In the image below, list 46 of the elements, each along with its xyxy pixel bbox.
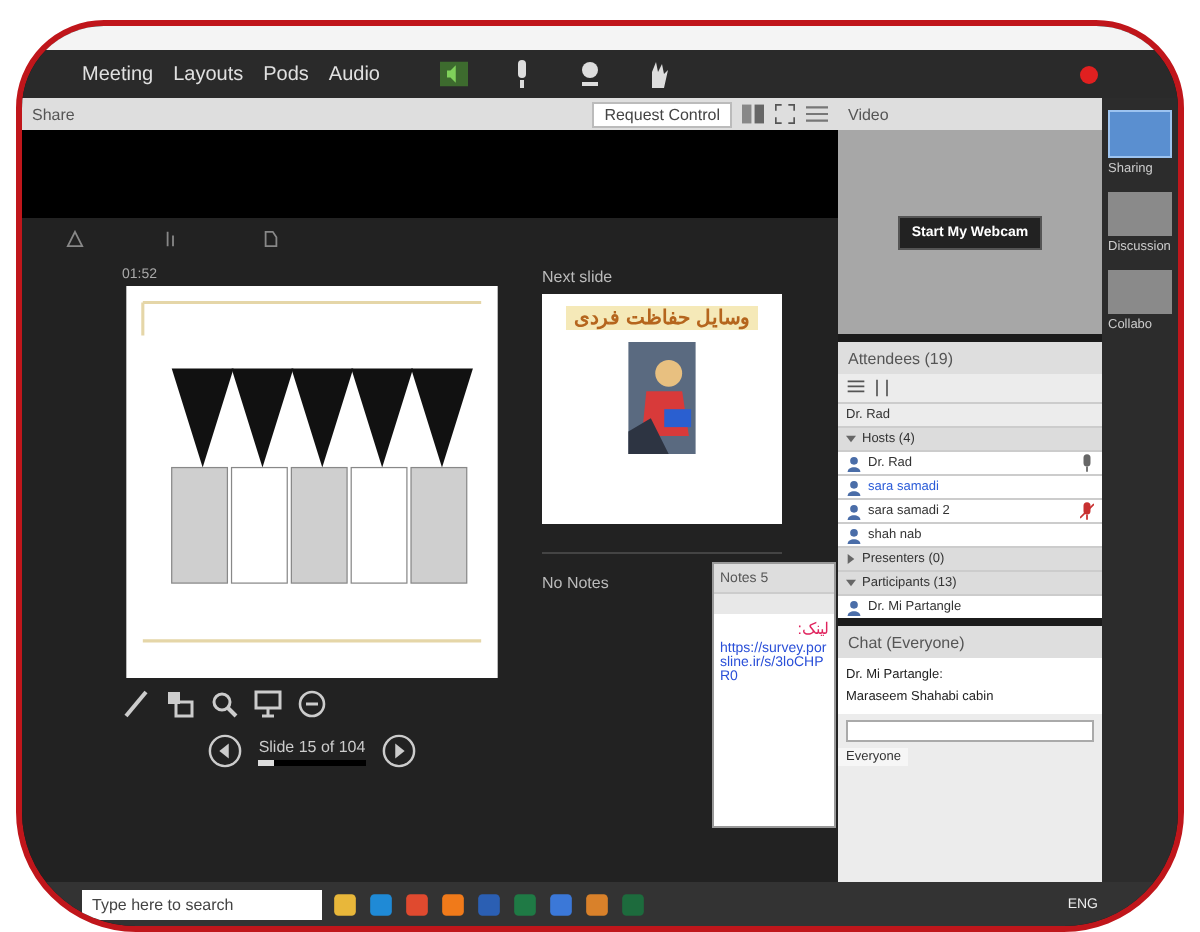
request-control-button[interactable]: Request Control xyxy=(592,101,732,127)
pod-title: Chat (Everyone) xyxy=(848,633,965,651)
person-icon xyxy=(846,527,862,543)
minus-icon[interactable] xyxy=(298,690,326,718)
layout-icon[interactable] xyxy=(742,104,764,124)
screen-icon[interactable] xyxy=(254,690,282,718)
warning-icon[interactable] xyxy=(66,230,84,248)
search-field[interactable]: Type here to search xyxy=(82,889,322,919)
person-icon xyxy=(846,479,862,495)
fullscreen-icon[interactable] xyxy=(774,104,796,124)
slide-title: وسایل حفاظت فردی xyxy=(566,306,758,330)
app-icon[interactable] xyxy=(404,891,430,917)
pen-icon[interactable] xyxy=(122,690,150,718)
menu-icon[interactable] xyxy=(806,104,828,124)
app-icon[interactable] xyxy=(332,891,358,917)
person-icon xyxy=(846,599,862,615)
next-slide-label: Next slide xyxy=(542,268,613,286)
caret-icon xyxy=(846,434,856,444)
menu-item[interactable]: Meeting xyxy=(82,63,154,85)
app-icon[interactable] xyxy=(368,891,394,917)
person-icon xyxy=(846,455,862,471)
note-text: لینک: xyxy=(795,620,828,638)
list-view-icon[interactable] xyxy=(846,378,866,398)
speaker-icon[interactable] xyxy=(439,60,468,88)
menu-item[interactable]: Audio xyxy=(328,63,380,85)
person-icon xyxy=(846,503,862,519)
pod-title: Share xyxy=(32,105,75,123)
caret-icon xyxy=(846,554,856,564)
menu-item[interactable]: Layouts xyxy=(173,63,244,85)
app-icon[interactable] xyxy=(440,891,466,917)
record-icon[interactable] xyxy=(1080,65,1098,83)
app-icon[interactable] xyxy=(548,891,574,917)
next-slide-icon[interactable] xyxy=(381,734,416,768)
chat-input-field[interactable] xyxy=(846,720,1094,742)
notes-text: No Notes xyxy=(542,574,609,592)
thumbnails-icon[interactable] xyxy=(166,690,194,718)
document-icon[interactable] xyxy=(262,230,280,248)
previous-slide-icon[interactable] xyxy=(208,734,243,768)
caret-icon xyxy=(846,578,856,588)
search-icon[interactable] xyxy=(210,690,238,718)
app-icon[interactable] xyxy=(584,891,610,917)
slide-status: Slide 15 of 104 xyxy=(258,737,366,755)
menu-item[interactable]: Pods xyxy=(263,63,309,85)
pod-title: Attendees (19) xyxy=(848,349,953,367)
pod-title: Video xyxy=(848,105,889,123)
sort-icon[interactable] xyxy=(872,378,892,398)
